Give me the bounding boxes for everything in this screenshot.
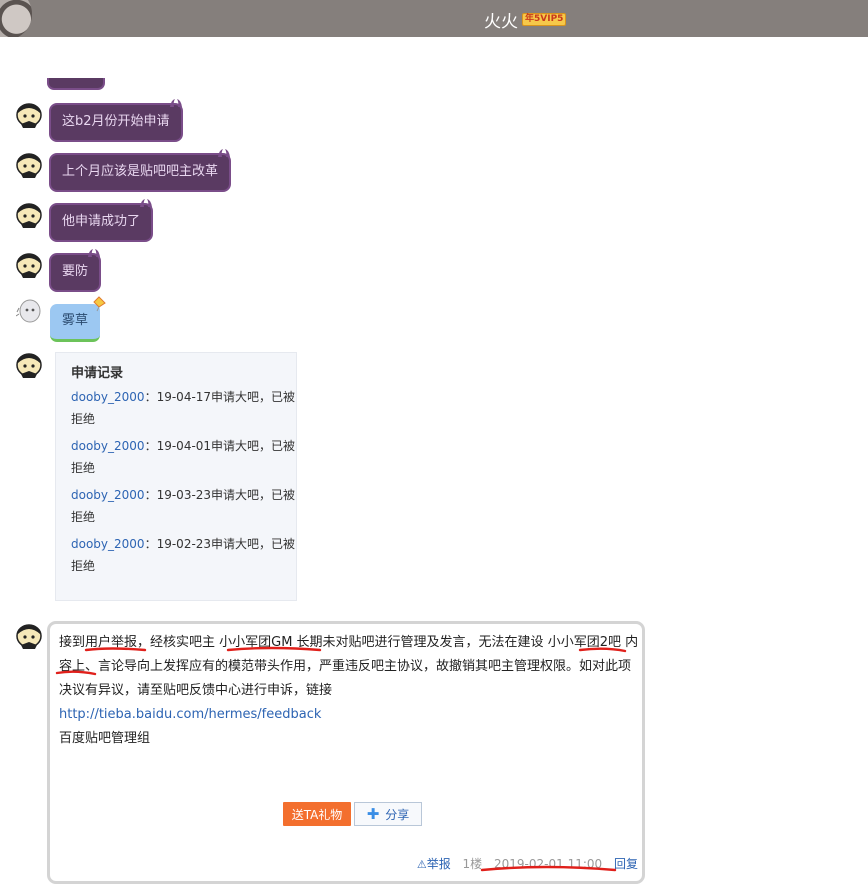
user-avatar[interactable] <box>15 250 43 278</box>
devil-horn-icon <box>140 199 153 207</box>
report-link[interactable]: ⚠举报 <box>417 857 451 871</box>
user-avatar[interactable] <box>15 621 43 649</box>
floor-number: 1楼 <box>462 857 483 871</box>
ghost-avatar[interactable] <box>16 298 42 328</box>
chat-bubble: 他申请成功了 <box>49 199 154 242</box>
chat-bubble-text: 上个月应该是贴吧吧主改革 <box>62 164 219 179</box>
record-user-link[interactable]: dooby_2000 <box>71 390 145 404</box>
share-label: 分享 <box>385 808 410 822</box>
warning-icon: ⚠ <box>416 858 427 871</box>
send-gift-button[interactable]: 送TA礼物 <box>283 802 351 826</box>
record-title: 申请记录 <box>71 366 124 381</box>
devil-horn-icon <box>218 149 231 157</box>
chat-bubble: 上个月应该是贴吧吧主改革 <box>49 149 232 192</box>
header-avatar[interactable] <box>0 0 32 37</box>
header-title: 火火 <box>484 12 518 32</box>
chat-bubble-text: 要防 <box>62 264 89 279</box>
reply-link[interactable]: 回复 <box>614 857 638 871</box>
kite-icon <box>93 296 106 312</box>
chat-bubble-text: 他申请成功了 <box>62 214 141 229</box>
post-footer: ⚠举报 1楼 2019-02-01 11:00 回复 <box>417 855 638 872</box>
devil-horn-icon <box>88 249 101 257</box>
chat-bubble-partial <box>47 78 105 90</box>
chat-bubble-text: 雾草 <box>62 313 89 328</box>
chat-bubble: 要防 <box>49 249 102 292</box>
chat-bubble-text: 这b2月份开始申请 <box>62 114 170 129</box>
share-plus-icon: ✚ <box>366 805 380 823</box>
post-body: 接到用户举报，经核实吧主 小小军团GM 长期未对贴吧进行管理及发言，无法在建设 … <box>59 635 639 698</box>
feedback-link[interactable]: http://tieba.baidu.com/hermes/feedback <box>59 707 321 722</box>
post-signature: 百度贴吧管理组 <box>59 731 151 746</box>
record-user-link[interactable]: dooby_2000 <box>71 488 145 502</box>
user-avatar[interactable] <box>15 350 43 378</box>
devil-horn-icon <box>169 99 182 107</box>
record-item: dooby_2000：19-04-01申请大吧，已被拒绝 <box>71 439 296 475</box>
application-record-card: 申请记录 dooby_2000：19-04-17申请大吧，已被拒绝 dooby_… <box>55 352 297 601</box>
share-button[interactable]: ✚ 分享 <box>354 802 422 826</box>
notice-post: 接到用户举报，经核实吧主 小小军团GM 长期未对贴吧进行管理及发言，无法在建设 … <box>47 621 645 884</box>
chat-bubble: 这b2月份开始申请 <box>49 99 183 142</box>
post-time: 2019-02-01 11:00 <box>494 857 603 871</box>
chat-header: 火火 年5VIP5 <box>0 0 868 37</box>
user-avatar[interactable] <box>15 150 43 178</box>
record-item: dooby_2000：19-02-23申请大吧，已被拒绝 <box>71 537 296 573</box>
post-content: 接到用户举报，经核实吧主 小小军团GM 长期未对贴吧进行管理及发言，无法在建设 … <box>59 631 639 751</box>
record-item: dooby_2000：19-04-17申请大吧，已被拒绝 <box>71 390 296 426</box>
vip-badge[interactable]: 年5VIP5 <box>522 13 567 26</box>
record-item: dooby_2000：19-03-23申请大吧，已被拒绝 <box>71 488 296 524</box>
user-avatar[interactable] <box>15 200 43 228</box>
record-user-link[interactable]: dooby_2000 <box>71 537 145 551</box>
record-user-link[interactable]: dooby_2000 <box>71 439 145 453</box>
user-avatar[interactable] <box>15 100 43 128</box>
